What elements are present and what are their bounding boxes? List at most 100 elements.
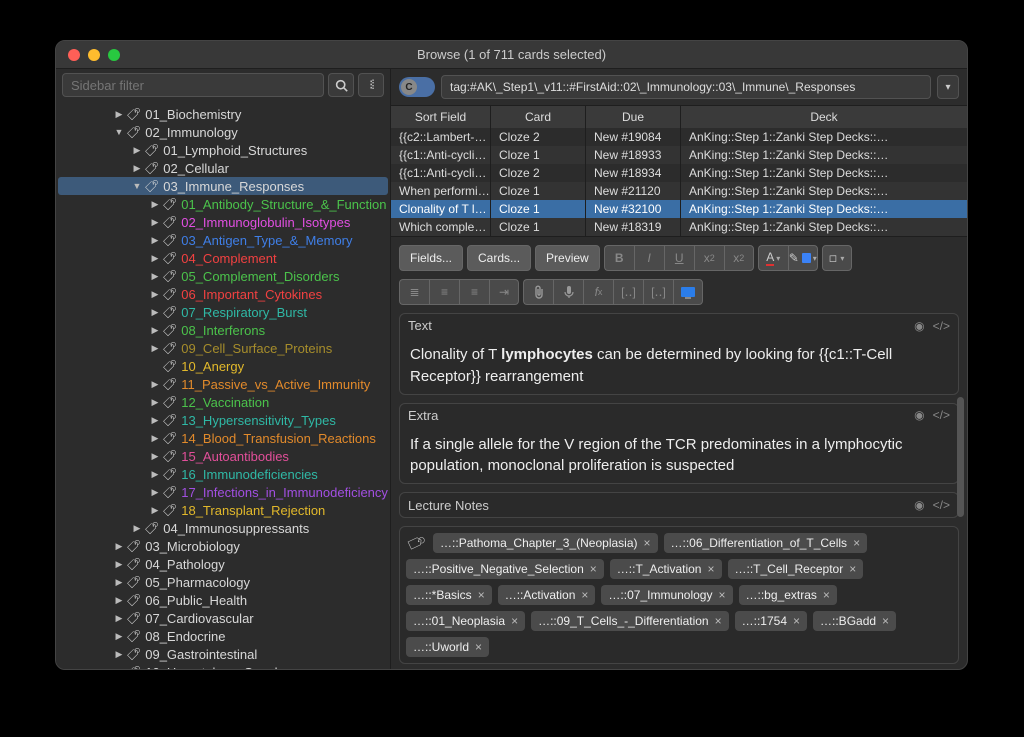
minimize-icon[interactable] (88, 49, 100, 61)
table-row[interactable]: {{c1::Anti-cycli…Cloze 2New #18934AnKing… (391, 164, 967, 182)
tree-item[interactable]: ▶🏷03_Antigen_Type_&_Memory (58, 231, 388, 249)
tree-item[interactable]: ▶🏷03_Microbiology (58, 537, 388, 555)
chevron-right-icon[interactable]: ▶ (114, 595, 124, 606)
image-occlusion-button[interactable] (673, 279, 703, 305)
tree-item[interactable]: ▶🏷06_Important_Cytokines (58, 285, 388, 303)
sticky-icon[interactable]: ◉ (914, 498, 924, 512)
subscript-button[interactable]: x2 (724, 245, 754, 271)
tag-chip[interactable]: …::Activation× (498, 585, 596, 605)
tree-item[interactable]: ▶🏷01_Antibody_Structure_&_Function (58, 195, 388, 213)
align-button[interactable]: ≡ (459, 279, 489, 305)
ol-button[interactable]: ≡ (429, 279, 459, 305)
cloze-button[interactable]: [‥] (613, 279, 643, 305)
search-icon[interactable] (328, 73, 354, 97)
chevron-right-icon[interactable]: ▶ (150, 307, 160, 318)
remove-tag-icon[interactable]: × (581, 588, 588, 602)
remove-tag-icon[interactable]: × (478, 588, 485, 602)
table-row[interactable]: Clonality of T l…Cloze 1New #32100AnKing… (391, 200, 967, 218)
equation-button[interactable]: fx (583, 279, 613, 305)
tree-item[interactable]: 🏷10_Anergy (58, 357, 388, 375)
tree-item[interactable]: ▶🏷07_Respiratory_Burst (58, 303, 388, 321)
chevron-right-icon[interactable]: ▶ (150, 271, 160, 282)
close-icon[interactable] (68, 49, 80, 61)
chevron-right-icon[interactable]: ▶ (114, 631, 124, 642)
chevron-right-icon[interactable]: ▶ (114, 613, 124, 624)
tree-item[interactable]: ▶🏷05_Complement_Disorders (58, 267, 388, 285)
tag-chip[interactable]: …::BGadd× (813, 611, 896, 631)
preview-button[interactable]: Preview (535, 245, 600, 271)
ul-button[interactable]: ≣ (399, 279, 429, 305)
html-icon[interactable]: </> (933, 408, 950, 422)
col-card[interactable]: Card (491, 106, 586, 128)
remove-tag-icon[interactable]: × (882, 614, 889, 628)
tree-item[interactable]: ▶🏷16_Immunodeficiencies (58, 465, 388, 483)
zoom-icon[interactable] (108, 49, 120, 61)
remove-tag-icon[interactable]: × (715, 614, 722, 628)
html-icon[interactable]: </> (933, 498, 950, 512)
chevron-right-icon[interactable]: ▶ (150, 469, 160, 480)
tag-chip[interactable]: …::bg_extras× (739, 585, 837, 605)
col-sort-field[interactable]: Sort Field (391, 106, 491, 128)
chevron-right-icon[interactable]: ▶ (150, 235, 160, 246)
table-row[interactable]: {{c1::Anti-cycli…Cloze 1New #18933AnKing… (391, 146, 967, 164)
chevron-right-icon[interactable]: ▶ (132, 145, 142, 156)
chevron-down-icon[interactable]: ▼ (114, 127, 124, 137)
chevron-right-icon[interactable]: ▶ (150, 253, 160, 264)
tree-item[interactable]: ▶🏷04_Complement (58, 249, 388, 267)
remove-tag-icon[interactable]: × (707, 562, 714, 576)
chevron-down-icon[interactable]: ▼ (132, 181, 142, 191)
chevron-right-icon[interactable]: ▶ (114, 667, 124, 670)
html-icon[interactable]: </> (933, 319, 950, 333)
col-due[interactable]: Due (586, 106, 681, 128)
tree-item[interactable]: ▶🏷05_Pharmacology (58, 573, 388, 591)
tree-item[interactable]: ▶🏷01_Biochemistry (58, 105, 388, 123)
chevron-right-icon[interactable]: ▶ (150, 325, 160, 336)
chevron-right-icon[interactable]: ▶ (150, 199, 160, 210)
tag-chip[interactable]: …::1754× (735, 611, 807, 631)
remove-tag-icon[interactable]: × (853, 536, 860, 550)
col-deck[interactable]: Deck (681, 106, 967, 128)
remove-tag-icon[interactable]: × (793, 614, 800, 628)
select-mode-icon[interactable]: ⁝⁞ (358, 73, 384, 97)
text-color-button[interactable]: A▾ (758, 245, 788, 271)
tag-chip[interactable]: …::Uworld× (406, 637, 489, 657)
chevron-right-icon[interactable]: ▶ (114, 649, 124, 660)
chevron-right-icon[interactable]: ▶ (150, 343, 160, 354)
indent-button[interactable]: ⇥ (489, 279, 519, 305)
record-button[interactable] (553, 279, 583, 305)
tree-item[interactable]: ▶🏷01_Lymphoid_Structures (58, 141, 388, 159)
chevron-right-icon[interactable]: ▶ (150, 433, 160, 444)
bold-button[interactable]: B (604, 245, 634, 271)
search-mode-toggle[interactable]: C (399, 77, 435, 97)
tree-item[interactable]: ▶🏷07_Cardiovascular (58, 609, 388, 627)
chevron-right-icon[interactable]: ▶ (114, 541, 124, 552)
tree-item[interactable]: ▶🏷08_Endocrine (58, 627, 388, 645)
fields-button[interactable]: Fields... (399, 245, 463, 271)
chevron-right-icon[interactable]: ▶ (114, 109, 124, 120)
tag-chip[interactable]: …::01_Neoplasia× (406, 611, 525, 631)
chevron-right-icon[interactable]: ▶ (132, 163, 142, 174)
highlight-button[interactable]: ✎▾ (788, 245, 818, 271)
tree-item[interactable]: ▶🏷04_Immunosuppressants (58, 519, 388, 537)
cards-button[interactable]: Cards... (467, 245, 531, 271)
remove-tag-icon[interactable]: × (590, 562, 597, 576)
tag-chip[interactable]: …::Pathoma_Chapter_3_(Neoplasia)× (433, 533, 657, 553)
chevron-right-icon[interactable]: ▶ (150, 379, 160, 390)
chevron-right-icon[interactable]: ▶ (150, 487, 160, 498)
tree-item[interactable]: ▶🏷06_Public_Health (58, 591, 388, 609)
tag-chip[interactable]: …::09_T_Cells_-_Differentiation× (531, 611, 729, 631)
tree-item[interactable]: ▼🏷02_Immunology (58, 123, 388, 141)
tree-item[interactable]: ▶🏷02_Cellular (58, 159, 388, 177)
remove-tag-icon[interactable]: × (475, 640, 482, 654)
remove-tag-icon[interactable]: × (644, 536, 651, 550)
tag-chip[interactable]: …::*Basics× (406, 585, 492, 605)
italic-button[interactable]: I (634, 245, 664, 271)
remove-tag-icon[interactable]: × (849, 562, 856, 576)
underline-button[interactable]: U (664, 245, 694, 271)
table-header[interactable]: Sort Field Card Due Deck (391, 106, 967, 128)
chevron-right-icon[interactable]: ▶ (132, 523, 142, 534)
remove-tag-icon[interactable]: × (511, 614, 518, 628)
sticky-icon[interactable]: ◉ (914, 319, 924, 333)
tree-item[interactable]: ▶🏷15_Autoantibodies (58, 447, 388, 465)
tree-item[interactable]: ▶🏷12_Vaccination (58, 393, 388, 411)
